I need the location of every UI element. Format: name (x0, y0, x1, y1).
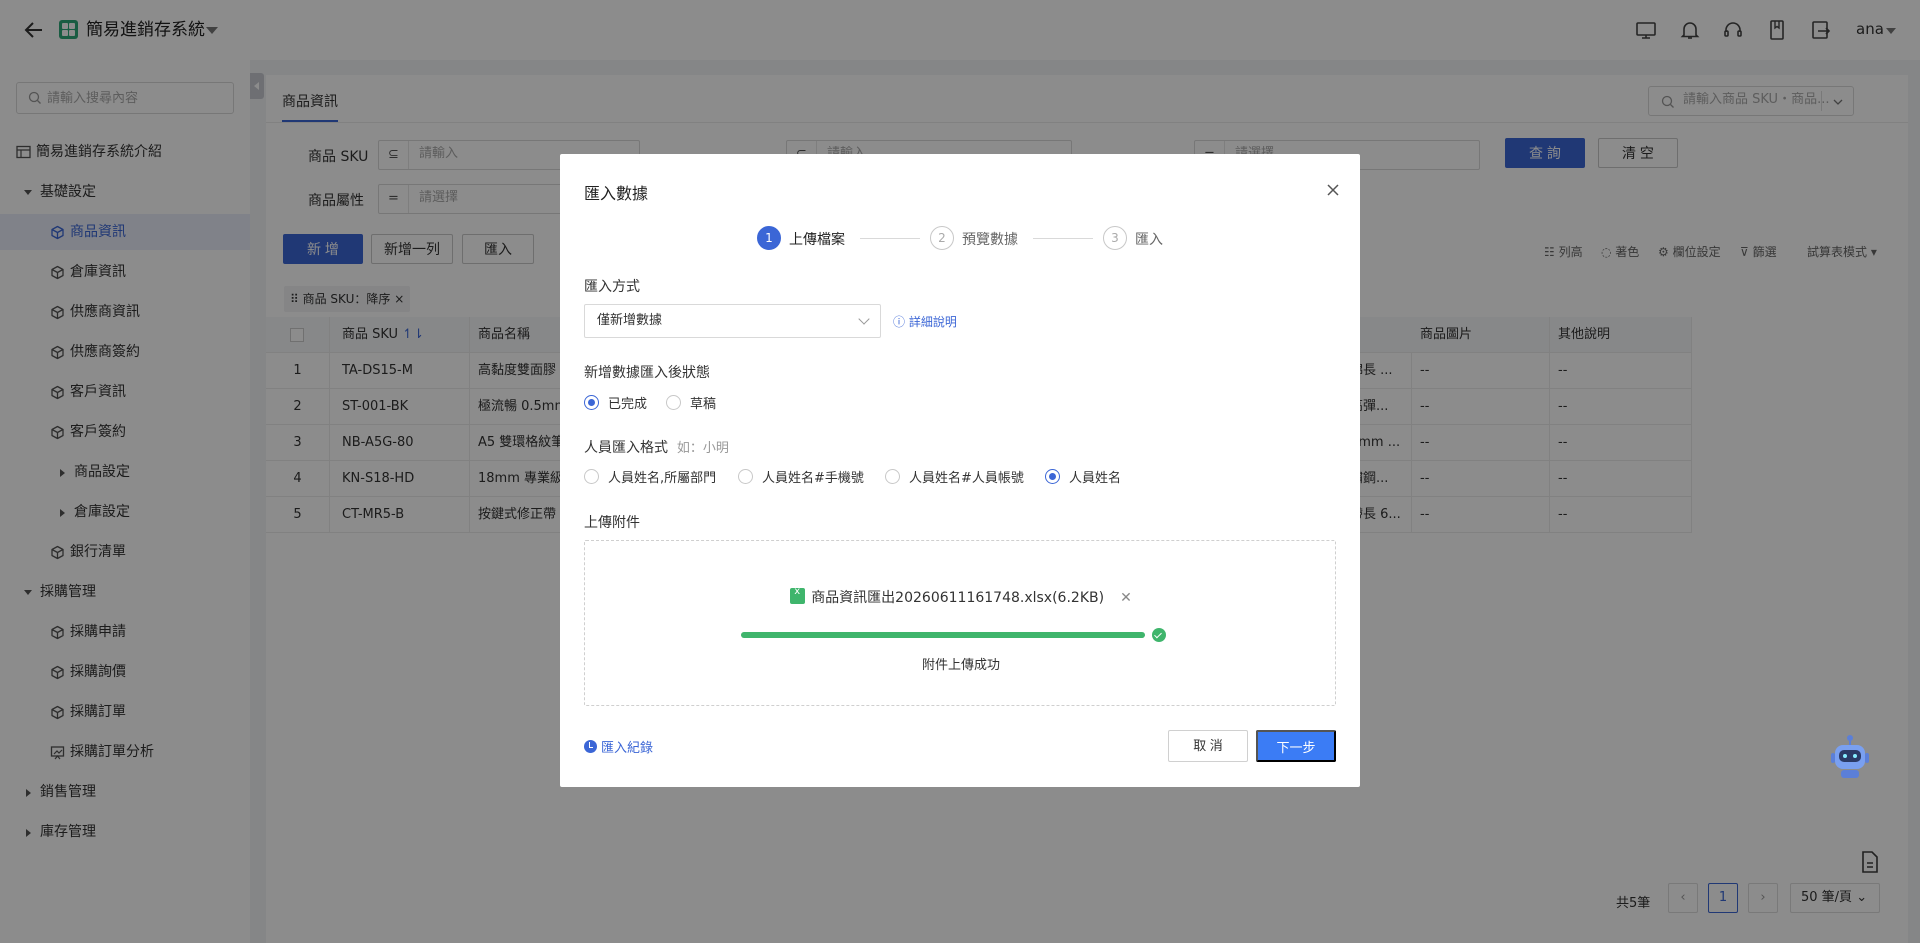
upload-status: 附件上傳成功 (921, 658, 1000, 673)
attachment-label: 上傳附件 (584, 515, 640, 531)
dialog-title: 匯入數據 (584, 184, 649, 203)
clock-icon (584, 740, 597, 753)
upload-progress-bar (741, 632, 1145, 638)
remove-file-icon[interactable]: ✕ (1120, 590, 1132, 606)
excel-file-icon (790, 586, 806, 604)
import-mode-label: 匯入方式 (584, 279, 640, 295)
check-circle-icon (1152, 628, 1166, 642)
radio-label: 人員姓名 (1069, 471, 1122, 486)
person-format-hint: 如：小明 (676, 441, 729, 456)
next-step-button[interactable]: 下一步 (1256, 730, 1336, 762)
import-mode-value: 僅新增數據 (597, 313, 663, 328)
person-format-radio[interactable]: 人員姓名#人員帳號 (885, 467, 1024, 486)
cancel-button[interactable]: 取 消 (1168, 730, 1248, 762)
detail-link[interactable]: ⓘ 詳細說明 (893, 313, 957, 330)
document-icon[interactable] (1860, 850, 1880, 874)
info-icon: ⓘ (893, 315, 906, 329)
step-number: 2 (930, 226, 954, 250)
person-format-radio[interactable]: 人員姓名,所屬部門 (584, 467, 716, 486)
upload-progress-fill (741, 632, 1145, 638)
radio-dot[interactable] (584, 395, 599, 410)
close-icon[interactable] (1326, 183, 1340, 197)
step-label: 匯入 (1135, 232, 1163, 248)
status-radio[interactable]: 草稿 (666, 393, 716, 412)
radio-dot[interactable] (666, 395, 681, 410)
step-number: 1 (757, 226, 781, 250)
person-format-radio[interactable]: 人員姓名#手機號 (738, 467, 864, 486)
upload-dropzone[interactable]: 商品資訊匯出20260611161748.xlsx(6.2KB) ✕ 附件上傳成功 (584, 540, 1336, 706)
radio-dot[interactable] (1045, 469, 1060, 484)
uploaded-file: 商品資訊匯出20260611161748.xlsx(6.2KB) ✕ (585, 586, 1337, 607)
step-label: 上傳檔案 (789, 232, 845, 248)
step-label: 預覽數據 (962, 232, 1018, 248)
import-dialog: 匯入數據 1 上傳檔案 2 預覽數據 3 匯入 匯入方式 僅新增數據 ⓘ 詳細說明 新增數… (560, 154, 1360, 787)
person-format-label: 人員匯入格式 如：小明 (584, 437, 729, 457)
radio-dot[interactable] (738, 469, 753, 484)
radio-label: 草稿 (690, 397, 717, 412)
person-format-radio[interactable]: 人員姓名 (1045, 467, 1121, 486)
status-label: 新增數據匯入後狀態 (584, 365, 710, 381)
radio-label: 人員姓名,所屬部門 (608, 471, 717, 486)
chevron-down-icon (858, 313, 870, 325)
radio-label: 人員姓名#手機號 (762, 471, 864, 486)
step-number: 3 (1103, 226, 1127, 250)
status-radio[interactable]: 已完成 (584, 393, 647, 412)
radio-label: 人員姓名#人員帳號 (909, 471, 1024, 486)
import-mode-select[interactable]: 僅新增數據 (584, 304, 881, 338)
import-history-link[interactable]: 匯入紀錄 (584, 737, 653, 756)
person-format-label-text: 人員匯入格式 (584, 440, 668, 456)
step-connector (860, 238, 920, 239)
robot-assistant-icon[interactable] (1830, 733, 1870, 781)
radio-dot[interactable] (885, 469, 900, 484)
step-connector (1033, 238, 1093, 239)
detail-link-label: 詳細說明 (908, 315, 957, 329)
radio-label: 已完成 (608, 397, 648, 412)
radio-dot[interactable] (584, 469, 599, 484)
import-history-label: 匯入紀錄 (601, 741, 654, 756)
file-name[interactable]: 商品資訊匯出20260611161748.xlsx(6.2KB) (811, 590, 1104, 606)
